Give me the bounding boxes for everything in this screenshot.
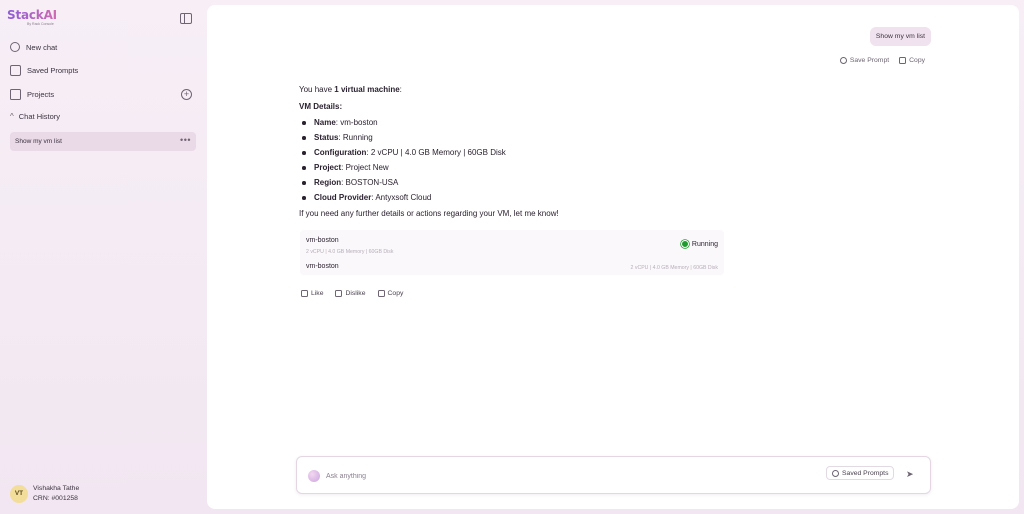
copy-button[interactable]: Copy [899,57,925,64]
save-prompt-button[interactable]: Save Prompt [839,57,890,64]
thumbs-down-icon [335,290,343,297]
details-list: Name: vm-boston Status: Running Configur… [299,115,739,205]
detail-key: Project [314,163,342,172]
details-heading-text: VM Details: [299,102,343,111]
user-name: Vishakha Tathe [33,485,80,492]
detail-key: Status [314,133,339,142]
saved-prompts-label: Saved Prompts [842,469,889,477]
like-button[interactable]: Like [301,290,323,297]
sidebar-toggle-icon[interactable] [180,13,192,24]
list-item: Name: vm-boston [299,115,739,130]
copy-icon [899,57,907,64]
vm-name: vm-boston [306,237,339,244]
saved-prompts-button[interactable]: Saved Prompts [826,466,895,480]
thumbs-up-icon [301,290,308,297]
detail-value: : 2 vCPU | 4.0 GB Memory | 60GB Disk [366,148,506,157]
save-prompt-icon [839,57,847,64]
detail-value: : BOSTON-USA [341,178,399,187]
sidebar-item-projects[interactable]: Projects [10,86,54,102]
running-status-icon [680,240,689,248]
sidebar: StackAI By Rack Console New chat Saved P… [0,0,206,514]
intro-prefix: You have [299,85,335,94]
sidebar-item-new-chat[interactable]: New chat [10,39,57,55]
vm-status-label: Running [691,240,718,248]
detail-key: Configuration [314,148,367,157]
detail-value: : Antyxsoft Cloud [371,193,432,202]
vm-spec: 2 vCPU | 4.0 GB Memory | 60GB Disk [306,249,394,255]
status-badge: Running [680,240,718,248]
detail-key: Region [314,178,342,187]
detail-key: Cloud Provider [314,193,372,202]
send-icon[interactable]: ➤ [906,469,916,479]
assistant-answer: You have 1 virtual machine: VM Details: … [299,81,739,222]
list-item: Cloud Provider: Antyxsoft Cloud [299,190,739,205]
add-project-icon[interactable]: + [181,89,192,100]
like-label: Like [311,290,324,297]
copy-label: Copy [909,57,925,64]
answer-intro: You have 1 virtual machine: [299,81,739,98]
feedback-actions: Like Dislike Copy [301,290,403,297]
chat-history-toggle[interactable]: ^ Chat History [10,112,60,121]
saved-prompts-icon [832,469,839,477]
chat-composer: Saved Prompts ➤ [296,456,931,494]
save-prompt-label: Save Prompt [849,57,890,64]
intro-suffix: : [399,85,402,94]
detail-value: : vm-boston [335,118,378,127]
message-actions: Save Prompt Copy [839,57,925,64]
dislike-button[interactable]: Dislike [335,290,366,297]
copy-label: Copy [387,290,404,297]
stackai-logo[interactable]: StackAI By Rack Console [7,9,57,27]
assistant-orb-icon [308,470,320,482]
sidebar-item-label: Saved Prompts [27,65,79,75]
chat-panel: Show my vm list Save Prompt Copy You hav… [207,5,1019,509]
list-item: Status: Running [299,130,739,145]
chat-history-label: Chat History [18,112,61,121]
answer-closing: If you need any further details or actio… [299,209,559,218]
list-item: Region: BOSTON-USA [299,175,739,190]
list-item: Project: Project New [299,160,739,175]
logo-text: StackAI [7,8,57,22]
more-options-icon[interactable]: ••• [180,135,191,145]
bookmark-icon [10,64,21,76]
history-item[interactable]: Show my vm list ••• [10,132,196,151]
history-item-label: Show my vm list [15,138,62,145]
vm-name: vm-boston [306,263,339,270]
chat-icon [10,42,20,52]
copy-answer-button[interactable]: Copy [377,290,404,297]
chevron-up-icon: ^ [10,112,14,121]
details-heading: VM Details: [299,98,739,115]
logo-subtitle: By Rack Console [27,22,54,26]
dislike-label: Dislike [345,290,366,297]
copy-icon [377,290,385,297]
sidebar-item-label: New chat [26,42,58,52]
detail-value: : Project New [341,163,389,172]
detail-key: Name [314,118,336,127]
user-crn: CRN: #001258 [33,495,78,502]
avatar: VT [10,485,28,503]
sidebar-item-label: Projects [27,89,55,99]
sidebar-item-saved-prompts[interactable]: Saved Prompts [10,62,78,78]
detail-value: : Running [338,133,373,142]
intro-bold: 1 virtual machine [334,85,400,94]
user-profile[interactable]: VT Vishakha Tathe CRN: #001258 [10,484,79,504]
folder-icon [10,88,21,100]
chat-input[interactable] [326,469,806,483]
vm-card[interactable]: vm-boston 2 vCPU | 4.0 GB Memory | 60GB … [300,230,724,275]
list-item: Configuration: 2 vCPU | 4.0 GB Memory | … [299,145,739,160]
vm-spec: 2 vCPU | 4.0 GB Memory | 60GB Disk [630,265,718,271]
user-message-bubble: Show my vm list [869,27,931,46]
